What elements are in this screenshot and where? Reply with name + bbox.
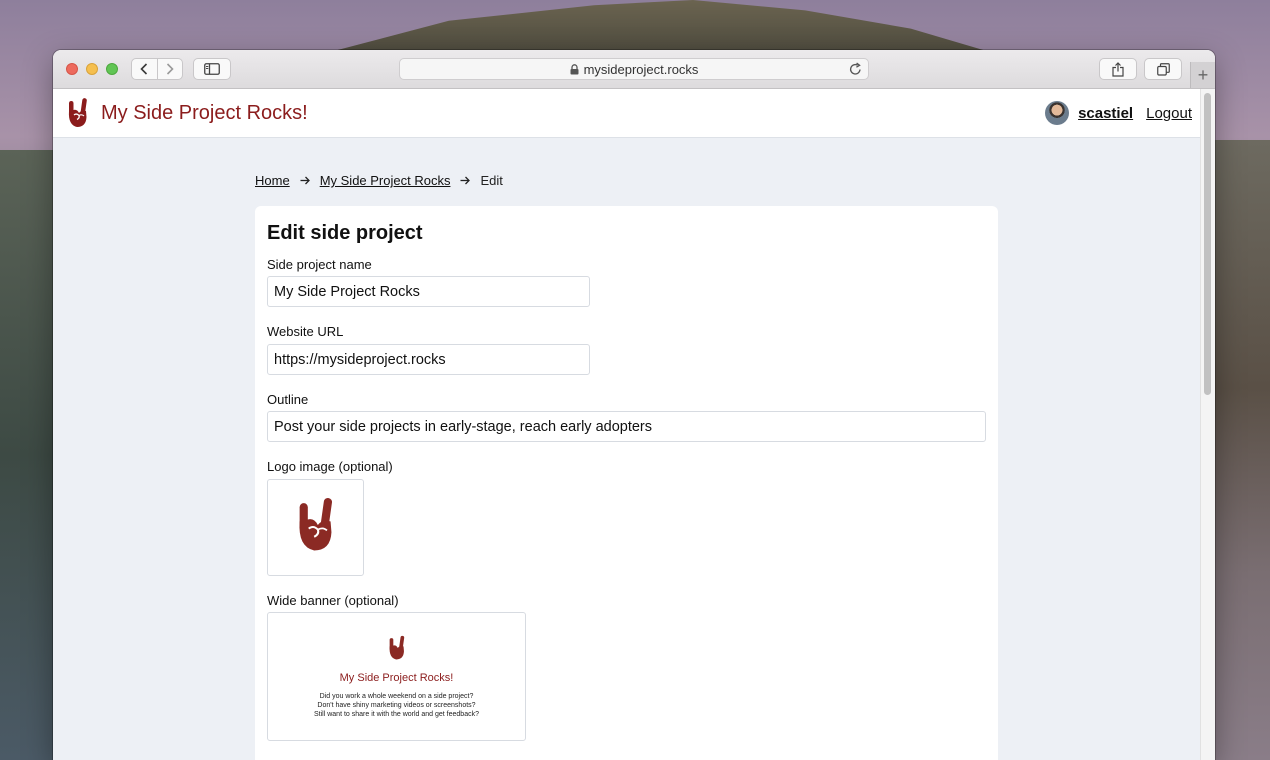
banner-tagline-3: Still want to share it with the world an…	[314, 710, 479, 718]
rock-hand-icon	[67, 98, 89, 128]
maximize-window-button[interactable]	[106, 63, 118, 75]
arrow-right-icon	[460, 176, 471, 185]
sidebar-toggle-button[interactable]	[193, 58, 231, 80]
minimize-window-button[interactable]	[86, 63, 98, 75]
website-url-label: Website URL	[267, 324, 344, 339]
tabs-icon	[1156, 62, 1170, 76]
desktop-wallpaper-left	[0, 150, 60, 760]
avatar[interactable]	[1045, 101, 1070, 125]
desktop-wallpaper-right	[1210, 140, 1270, 760]
project-name-input[interactable]	[267, 276, 590, 307]
outline-input[interactable]	[267, 411, 986, 442]
new-tab-button[interactable]: +	[1190, 62, 1215, 88]
banner-title: My Side Project Rocks!	[339, 671, 454, 684]
brand-home-link[interactable]: My Side Project Rocks!	[67, 98, 308, 128]
forward-button[interactable]	[156, 59, 183, 79]
sidebar-icon	[204, 63, 220, 75]
logo-image-label: Logo image (optional)	[267, 459, 393, 474]
chevron-left-icon	[140, 63, 148, 75]
share-button[interactable]	[1099, 58, 1137, 80]
site-header: My Side Project Rocks! scastiel Logout	[53, 89, 1201, 138]
back-button[interactable]	[132, 59, 157, 79]
address-bar[interactable]: mysideproject.rocks	[399, 58, 869, 80]
share-icon	[1112, 61, 1124, 77]
project-name-label: Side project name	[267, 257, 372, 272]
page-title: Edit side project	[267, 222, 423, 244]
breadcrumb-current: Edit	[480, 173, 503, 188]
logout-link[interactable]: Logout	[1146, 105, 1192, 122]
username-link[interactable]: scastiel	[1078, 105, 1133, 122]
show-tabs-button[interactable]	[1144, 58, 1182, 80]
scrollbar-thumb[interactable]	[1204, 93, 1211, 395]
banner-tagline-1: Did you work a whole weekend on a side p…	[319, 692, 474, 700]
address-url: mysideproject.rocks	[583, 61, 699, 77]
rock-hand-icon	[296, 495, 336, 560]
logo-image-upload[interactable]	[267, 479, 364, 576]
reload-icon[interactable]	[849, 62, 862, 76]
desktop-wallpaper-mountain	[330, 0, 990, 52]
lock-icon	[570, 63, 579, 75]
breadcrumb-home-link[interactable]: Home	[255, 173, 290, 188]
chevron-right-icon	[166, 63, 174, 75]
browser-toolbar: mysideproject.rocks +	[53, 50, 1215, 89]
wide-banner-label: Wide banner (optional)	[267, 593, 399, 608]
user-menu: scastiel Logout	[1045, 101, 1192, 125]
outline-label: Outline	[267, 392, 309, 407]
website-url-input[interactable]	[267, 344, 590, 375]
edit-project-form: Edit side project Side project name Webs…	[255, 206, 998, 760]
arrow-right-icon	[300, 176, 310, 185]
banner-tagline-2: Don't have shiny marketing videos or scr…	[317, 701, 476, 709]
wide-banner-upload[interactable]: My Side Project Rocks! Did you work a wh…	[267, 612, 526, 741]
close-window-button[interactable]	[66, 63, 78, 75]
page-scrollbar[interactable]	[1200, 89, 1215, 760]
page-content: My Side Project Rocks! scastiel Logout H…	[53, 89, 1201, 760]
navigation-buttons	[131, 58, 183, 80]
site-title: My Side Project Rocks!	[101, 101, 308, 124]
browser-window: mysideproject.rocks + My Side Project Ro…	[53, 50, 1215, 760]
breadcrumb: Home My Side Project Rocks Edit	[255, 173, 503, 188]
breadcrumb-project-link[interactable]: My Side Project Rocks	[320, 173, 451, 188]
rock-hand-icon	[388, 635, 406, 666]
